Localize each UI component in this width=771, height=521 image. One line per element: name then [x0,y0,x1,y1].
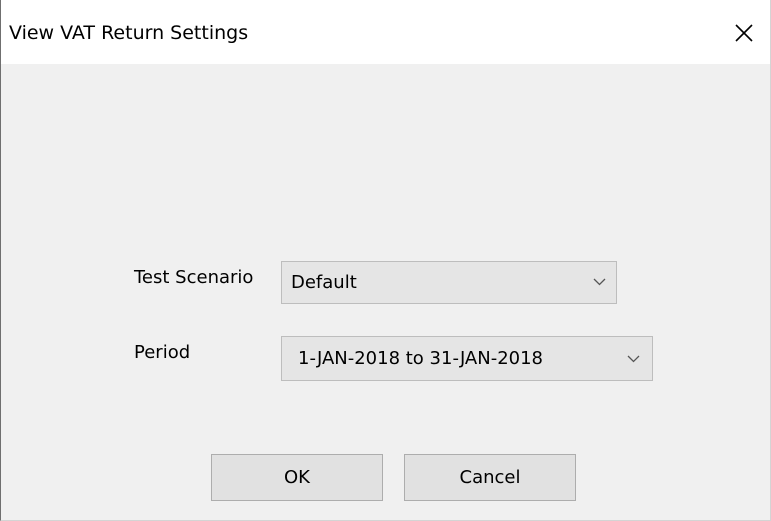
close-icon [735,24,753,42]
chevron-down-icon [593,278,606,286]
period-value: 1-JAN-2018 to 31-JAN-2018 [298,348,544,369]
period-label: Period [134,342,191,363]
test-scenario-value: Default [291,272,357,293]
chevron-down-icon [627,355,640,363]
ok-button[interactable]: OK [211,454,383,501]
close-button[interactable] [718,8,770,56]
vat-settings-dialog: View VAT Return Settings Test Scenario D… [0,0,771,521]
test-scenario-select[interactable]: Default [281,261,617,304]
title-bar: View VAT Return Settings [1,0,770,64]
period-select[interactable]: 1-JAN-2018 to 31-JAN-2018 [281,336,653,381]
test-scenario-label: Test Scenario [134,267,254,288]
cancel-button[interactable]: Cancel [404,454,576,501]
dialog-title: View VAT Return Settings [9,22,249,44]
